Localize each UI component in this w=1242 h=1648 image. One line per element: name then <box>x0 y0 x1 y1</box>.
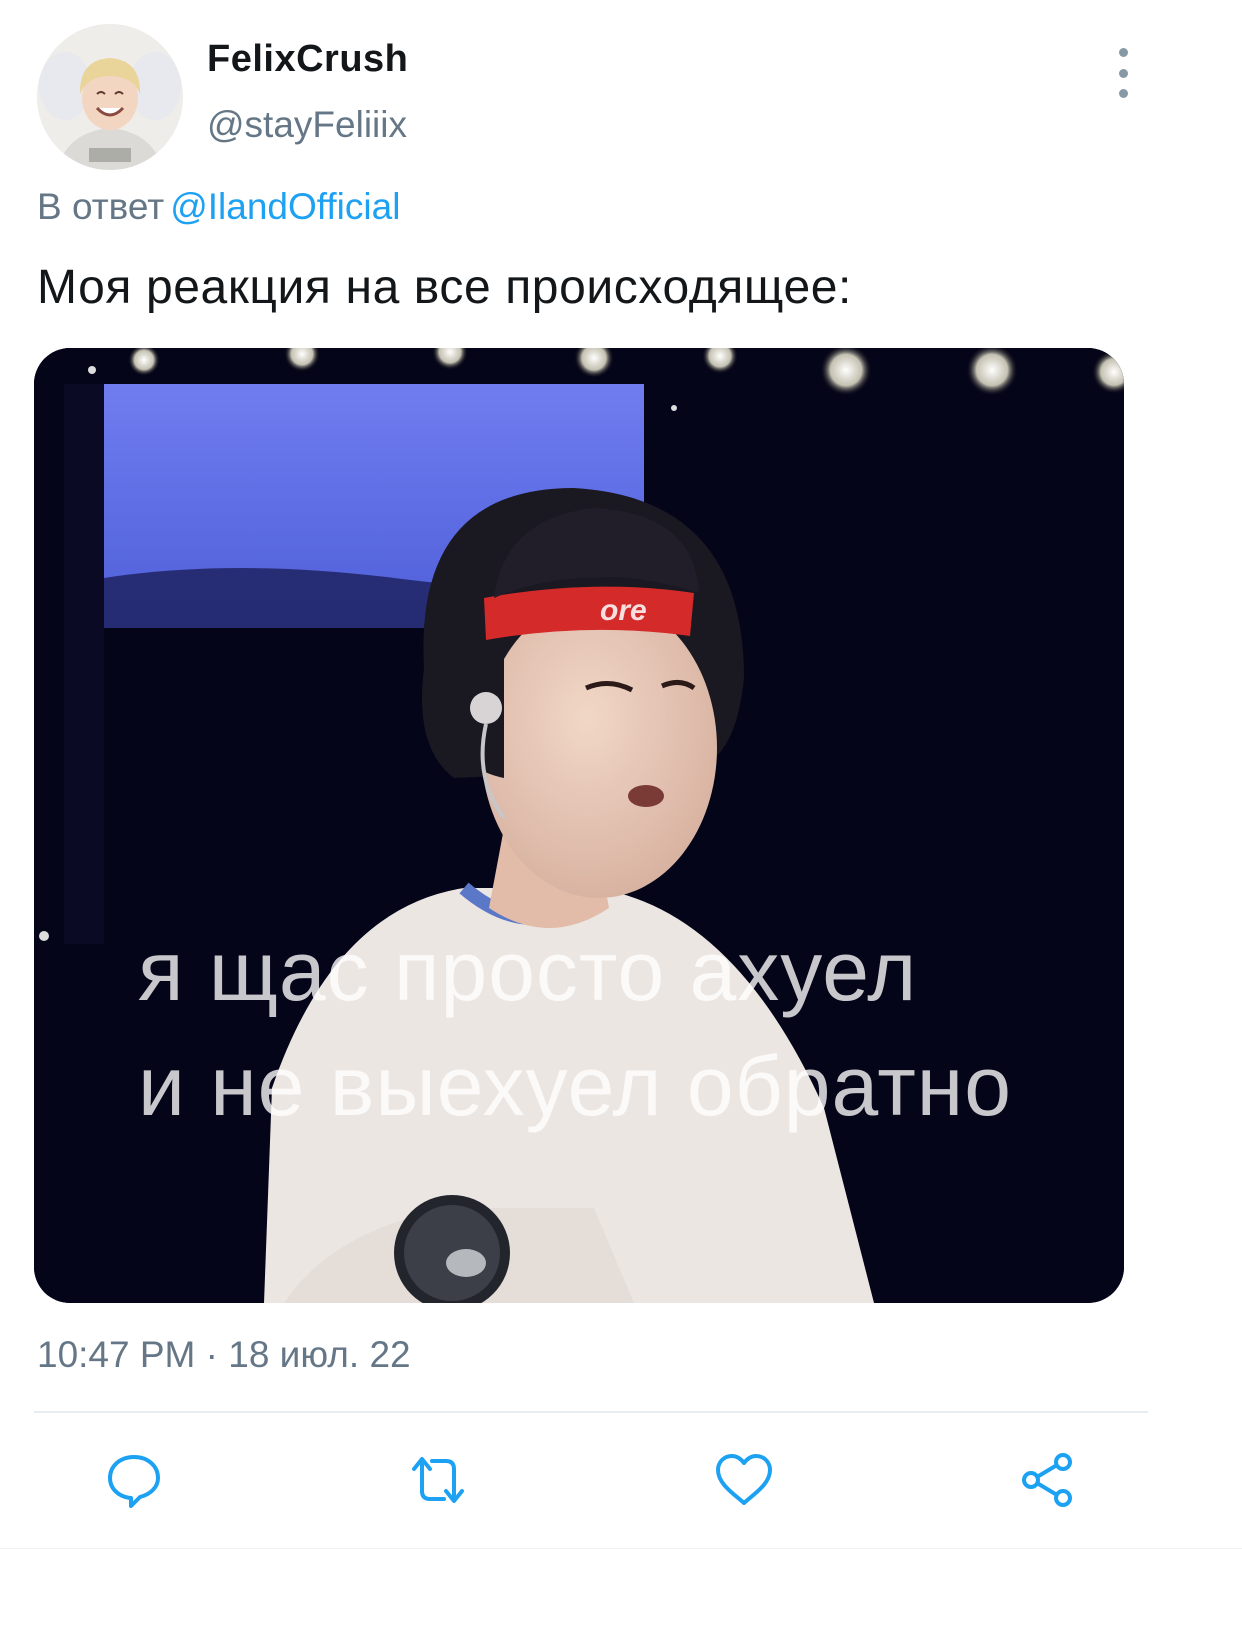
tweet-timestamp[interactable]: 10:47 PM · 18 июл. 22 <box>37 1334 411 1376</box>
more-dot-icon <box>1118 68 1128 78</box>
divider <box>34 1411 1148 1413</box>
more-dot-icon <box>1118 48 1128 57</box>
reply-context: В ответ @IlandOfficial <box>37 186 400 228</box>
share-icon <box>1022 1453 1072 1507</box>
tweet-media-image[interactable]: ore я щас просто ахуел и не выехуел обра… <box>34 348 1124 1303</box>
display-name[interactable]: FelixCrush <box>207 38 408 81</box>
user-handle[interactable]: @stayFeliiix <box>207 104 407 146</box>
meme-image: ore <box>34 348 1124 1303</box>
avatar[interactable] <box>37 24 183 170</box>
like-button[interactable] <box>712 1448 776 1512</box>
more-dot-icon <box>1118 89 1128 98</box>
speech-bubble-icon <box>108 1455 160 1508</box>
share-button[interactable] <box>1016 1448 1080 1512</box>
meme-caption-line-2: и не выехуел обратно <box>138 1039 1012 1133</box>
reply-prefix: В ответ <box>37 186 165 227</box>
tweet-text: Моя реакция на все происходящее: <box>37 261 852 314</box>
retweet-button[interactable] <box>406 1448 470 1512</box>
heart-icon <box>716 1454 772 1505</box>
more-options-button[interactable] <box>1108 48 1138 98</box>
avatar-image <box>37 24 183 170</box>
meme-caption-line-1: я щас просто ахуел <box>138 924 918 1018</box>
reply-mention-link[interactable]: @IlandOfficial <box>170 186 400 227</box>
retweet-icon <box>412 1457 464 1503</box>
bottom-bar <box>0 1548 1242 1648</box>
headband-logo: ore <box>600 594 647 627</box>
reply-button[interactable] <box>102 1448 166 1512</box>
